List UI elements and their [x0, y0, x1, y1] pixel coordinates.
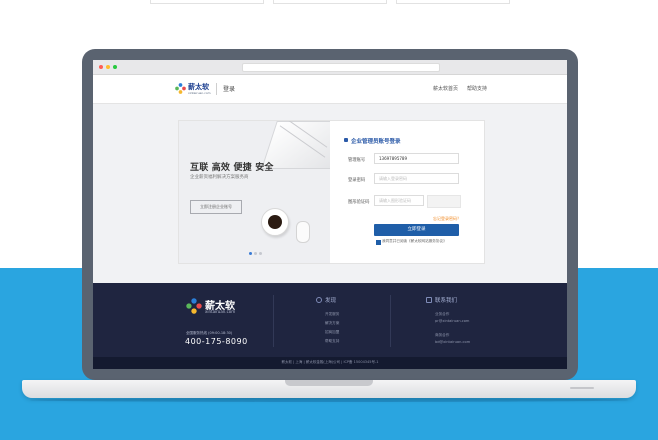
- laptop-shadow: [30, 398, 628, 402]
- carousel-dot[interactable]: [259, 252, 262, 255]
- login-card: 互联 高效 便捷 安全 企业薪资福利解决方案服务商 立即注册企业账号 企业管理员…: [178, 120, 485, 264]
- footer-link[interactable]: 开发服务: [325, 312, 339, 317]
- coffee-cup-image: [261, 208, 289, 236]
- footer-logo-icon: [186, 298, 202, 314]
- register-button[interactable]: 立即注册企业账号: [190, 200, 242, 214]
- login-form: 企业管理员账号登录 管理账号 登录密码 图形验证码 忘记登录密码？ 立即登录 我…: [330, 121, 484, 263]
- account-label: 管理账号: [348, 158, 366, 163]
- footer-link[interactable]: 招商加盟: [325, 330, 339, 335]
- nav-link-home[interactable]: 薪太软首页: [433, 85, 458, 92]
- page-title: 登录: [223, 86, 236, 93]
- home-icon: [426, 297, 432, 303]
- compass-icon: [316, 297, 322, 303]
- top-cropped-tab: [396, 0, 510, 4]
- captcha-image[interactable]: [427, 195, 461, 208]
- carousel-dot[interactable]: [254, 252, 257, 255]
- contact-label: 业务合作: [435, 312, 450, 316]
- password-label: 登录密码: [348, 178, 366, 183]
- agreement-text[interactable]: 我同意并已阅读《薪太软网站服务协议》: [382, 239, 447, 244]
- laptop-base-mark: [570, 387, 594, 389]
- footer-link[interactable]: 解决方案: [325, 321, 339, 326]
- user-icon: [344, 138, 348, 142]
- footer-logo-subtext: xintairuan.com: [205, 309, 236, 314]
- logo-icon: [175, 83, 186, 94]
- password-input[interactable]: [374, 173, 459, 184]
- banner-subtitle: 企业薪资福利解决方案服务商: [190, 175, 249, 180]
- contact-email[interactable]: bd@xintairuan.com: [435, 340, 470, 344]
- hotline-phone: 400-175-8090: [185, 337, 248, 346]
- discover-title: 发现: [325, 298, 337, 304]
- close-window-icon[interactable]: [99, 65, 103, 69]
- footer-divider: [273, 295, 274, 347]
- contact-label: 商务合作: [435, 333, 450, 337]
- header-divider: [216, 83, 217, 95]
- banner-carousel: 互联 高效 便捷 安全 企业薪资福利解决方案服务商 立即注册企业账号: [179, 121, 330, 263]
- forgot-password-link[interactable]: 忘记登录密码？: [433, 216, 461, 222]
- browser-toolbar: [93, 60, 567, 75]
- hotline-label: 全国服务热线 (09:00-18:30): [186, 331, 233, 335]
- top-cropped-tab: [150, 0, 264, 4]
- site-footer: 薪太软 xintairuan.com 全国服务热线 (09:00-18:30) …: [93, 283, 567, 357]
- laptop-hinge-notch: [285, 380, 373, 386]
- site-header: 薪太软 xintairuan.com 登录 薪太软首页 帮助支持: [93, 75, 567, 104]
- agreement-checkbox[interactable]: [376, 240, 381, 245]
- copyright-bar: 薪太软 | 上海 | 薪太软金融(上海)公司 | ICP备 15004345号-…: [93, 357, 567, 369]
- captcha-label: 图形验证码: [348, 200, 370, 205]
- contact-email[interactable]: pr@xintairuan.com: [435, 319, 469, 323]
- address-bar[interactable]: [242, 63, 440, 72]
- login-button[interactable]: 立即登录: [374, 224, 459, 236]
- carousel-dot-active[interactable]: [249, 252, 252, 255]
- laptop-screen: 薪太软 xintairuan.com 登录 薪太软首页 帮助支持 互联 高效 便…: [93, 60, 567, 369]
- footer-link[interactable]: 帮助支持: [325, 339, 339, 344]
- minimize-window-icon[interactable]: [106, 65, 110, 69]
- maximize-window-icon[interactable]: [113, 65, 117, 69]
- footer-divider: [390, 295, 391, 347]
- coffee: [268, 215, 282, 229]
- nav-link-help[interactable]: 帮助支持: [467, 85, 487, 92]
- form-title: 企业管理员账号登录: [351, 139, 401, 145]
- logo-subtext: xintairuan.com: [188, 91, 211, 95]
- account-input[interactable]: [374, 153, 459, 164]
- contact-title: 联系我们: [435, 298, 458, 304]
- mouse-image: [296, 221, 310, 243]
- banner-slogan: 互联 高效 便捷 安全: [190, 163, 274, 173]
- captcha-input[interactable]: [374, 195, 424, 206]
- top-cropped-tab: [273, 0, 387, 4]
- copyright-text: 薪太软 | 上海 | 薪太软金融(上海)公司 | ICP备 15004345号-…: [281, 360, 379, 364]
